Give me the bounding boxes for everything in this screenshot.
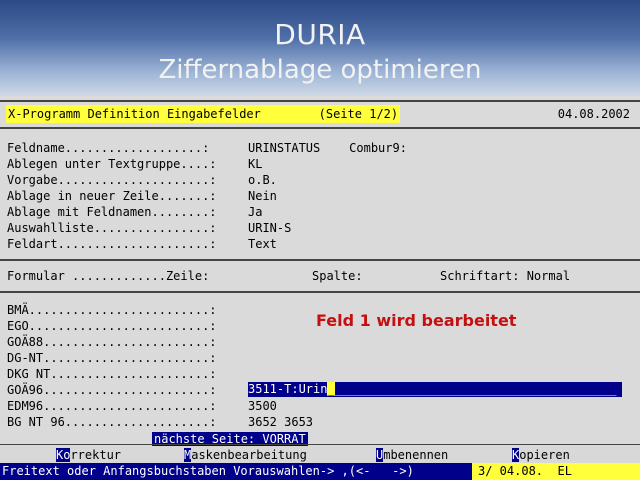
value-vorgabe: o.B. [248,173,277,187]
value-feldart: Text [248,237,277,251]
maskenbearbeitung-label: askenbearbeitung [191,448,307,462]
form-header: X-Programm Definition Eingabefelder (Sei… [4,105,632,123]
value-auswahlliste: URIN-S [248,221,292,235]
value-feldnamen: Ja [248,205,263,219]
value-feldname: URINSTATUS Combur9: [248,141,407,155]
label-bg-nt-96: BG NT 96....................: [7,415,217,429]
label-feldname: Feldname...................: [7,141,210,155]
label-goa96: GOÄ96.......................: [7,383,217,397]
divider [0,444,640,445]
app-title: DURIA [274,18,366,51]
label-vorgabe: Vorgabe.....................: [7,173,217,187]
function-key-bar: Korrektur Maskenbearbeitung Umbenennen K… [0,446,640,464]
app-subtitle: Ziffernablage optimieren [158,55,482,85]
label-dkg-nt: DKG NT......................: [7,367,217,381]
title-banner: DURIA Ziffernablage optimieren [0,0,640,96]
label-ego: EGO.........................: [7,319,217,333]
label-feldart: Feldart.....................: [7,237,217,251]
status-indicator: 3/ 04.08. EL [472,463,640,480]
label-textgruppe: Ablegen unter Textgruppe....: [7,157,217,171]
text-cursor: _ [327,382,335,396]
divider [0,100,640,102]
label-feldnamen: Ablage mit Feldnamen........: [7,205,217,219]
value-neue-zeile: Nein [248,189,277,203]
divider [0,127,640,129]
divider [0,259,640,261]
korrektur-button[interactable]: Korrektur [56,446,121,464]
command-prompt[interactable]: Freitext oder Anfangsbuchstaben Vorauswa… [2,463,414,480]
umbenennen-button[interactable]: Umbenennen [376,446,448,464]
label-auswahlliste: Auswahlliste................: [7,221,217,235]
kopieren-button[interactable]: Kopieren [512,446,570,464]
maskenbearbeitung-button[interactable]: Maskenbearbeitung [184,446,307,464]
label-edm96: EDM96.......................: [7,399,217,413]
label-goa88: GOÄ88.......................: [7,335,217,349]
label-neue-zeile: Ablage in neuer Zeile.......: [7,189,217,203]
schriftart-label: Schriftart: Normal [440,269,571,283]
label-dg-nt: DG-NT.......................: [7,351,217,365]
goa96-typed-text: 3511-T:Urin [248,382,328,396]
kopieren-label: opieren [519,448,570,462]
form-date: 04.08.2002 [557,107,630,121]
command-line: Freitext oder Anfangsbuchstaben Vorauswa… [0,463,640,480]
input-fill: _______________________________________ [334,382,617,396]
korrektur-hotkey: Ko [56,448,71,462]
label-bma: BMÄ.........................: [7,303,217,317]
umbenennen-label: mbenennen [383,448,449,462]
divider [0,291,640,293]
korrektur-label: rrektur [70,448,122,462]
formular-label: Formular .............Zeile: [7,269,210,283]
form-title: X-Programm Definition Eingabefelder (Sei… [6,105,401,123]
value-bg-nt-96: 3652 3653 [248,415,314,429]
goa96-input[interactable]: 3511-T:Urin_____________________________… [248,382,622,397]
value-edm96: 3500 [248,399,277,413]
status-message: Feld 1 wird bearbeitet [316,311,517,330]
spalte-label: Spalte: [312,269,363,283]
value-textgruppe: KL [248,157,263,171]
